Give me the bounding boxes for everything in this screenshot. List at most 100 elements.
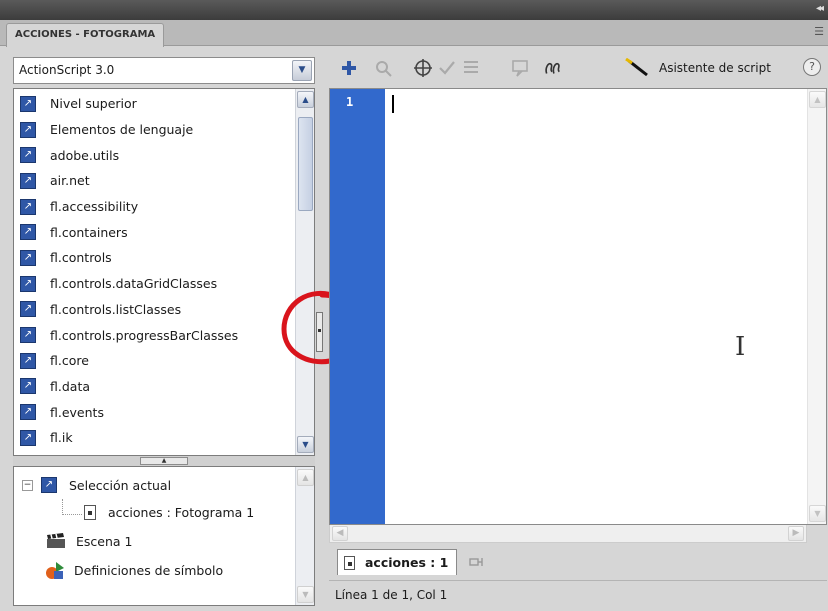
book-icon: ↗ xyxy=(20,95,36,112)
script-tab[interactable]: acciones : 1 xyxy=(337,549,458,575)
book-icon: ↗ xyxy=(20,352,36,369)
toolbox-item[interactable]: ↗ fl.containers xyxy=(14,219,294,245)
editor-scrollbar[interactable]: ▲ ▼ xyxy=(807,89,826,524)
toolbox-item-label: fl.ik xyxy=(50,430,73,446)
add-item-icon[interactable] xyxy=(339,58,359,78)
tree-connector xyxy=(62,499,82,515)
panel-menu-icon[interactable]: ☰ xyxy=(814,25,824,38)
book-icon: ↗ xyxy=(20,327,36,344)
language-select-value: ActionScript 3.0 xyxy=(19,63,115,77)
toolbox-scrollbar[interactable]: ▲ ▼ xyxy=(295,89,314,455)
toolbox-item-label: fl.accessibility xyxy=(50,199,139,215)
script-editor[interactable]: 1 I ▲ ▼ xyxy=(329,88,827,525)
toolbox-item[interactable]: ↗ fl.controls.listClasses xyxy=(14,297,294,323)
book-icon: ↗ xyxy=(20,429,36,446)
script-tab-bar: acciones : 1 xyxy=(329,545,827,579)
debug-options-icon[interactable] xyxy=(543,58,563,78)
toolbox-item-label: Elementos de lenguaje xyxy=(50,122,194,138)
scroll-up-icon[interactable]: ▲ xyxy=(809,91,826,108)
script-file-icon xyxy=(344,555,355,570)
actions-toolbox: ↗ Nivel superior ↗ Elementos de lenguaje ↗… xyxy=(13,88,315,456)
pin-script-icon[interactable] xyxy=(469,556,483,568)
auto-format-icon[interactable] xyxy=(461,58,481,78)
tree-item-frame[interactable]: acciones : Fotograma 1 xyxy=(84,505,254,520)
toolbox-item-label: fl.containers xyxy=(50,224,128,240)
magic-wand-icon xyxy=(625,58,648,77)
toolbox-item[interactable]: ↗ Nivel superior xyxy=(14,91,294,117)
horizontal-splitter[interactable]: ▲ xyxy=(13,456,315,466)
scroll-left-icon[interactable]: ◀ xyxy=(332,526,348,541)
scroll-down-icon[interactable]: ▼ xyxy=(809,505,826,522)
book-icon: ↗ xyxy=(20,224,36,241)
tree-item-symbol-definitions[interactable]: Definiciones de símbolo xyxy=(44,560,223,580)
book-icon: ↗ xyxy=(20,275,36,292)
text-caret xyxy=(392,95,394,113)
scroll-thumb[interactable] xyxy=(298,117,313,211)
script-navigator: − ↗ Selección actual acciones : Fotogram… xyxy=(13,466,315,606)
window-title-bar: ◂◂ xyxy=(0,0,828,20)
script-file-icon xyxy=(84,505,96,520)
line-number-gutter: 1 xyxy=(330,89,385,524)
book-icon: ↗ xyxy=(20,404,36,421)
scroll-down-icon[interactable]: ▼ xyxy=(297,586,314,603)
toolbox-item-label: fl.controls xyxy=(50,250,112,266)
status-bar: Línea 1 de 1, Col 1 xyxy=(329,580,827,608)
toolbox-item[interactable]: ↗ Elementos de lenguaje xyxy=(14,117,294,143)
script-tab-label: acciones : 1 xyxy=(365,555,449,570)
book-icon: ↗ xyxy=(20,301,36,318)
script-assist-label: Asistente de script xyxy=(659,61,771,75)
toolbox-item-label: fl.controls.dataGridClasses xyxy=(50,276,218,292)
scroll-up-icon[interactable]: ▲ xyxy=(297,91,314,108)
scroll-up-icon[interactable]: ▲ xyxy=(297,469,314,486)
toolbox-item[interactable]: ↗ fl.controls xyxy=(14,245,294,271)
tree-item-current-selection[interactable]: − ↗ Selección actual xyxy=(22,477,171,493)
collapse-icon[interactable]: ◂◂ xyxy=(816,3,824,14)
toolbox-item-label: adobe.utils xyxy=(50,147,120,163)
help-icon[interactable]: ? xyxy=(803,58,821,76)
chevron-down-icon[interactable]: ▼ xyxy=(292,60,312,81)
symbol-definitions-icon xyxy=(46,562,64,579)
toolbox-item-label: fl.controls.listClasses xyxy=(50,301,182,317)
toolbox-item[interactable]: ↗ air.net xyxy=(14,168,294,194)
tree-item-label: Definiciones de símbolo xyxy=(74,562,224,578)
panel-tab-actions[interactable]: ACCIONES - FOTOGRAMA xyxy=(6,23,165,47)
toolbox-list: ↗ Nivel superior ↗ Elementos de lenguaje ↗… xyxy=(14,91,294,451)
language-select[interactable]: ActionScript 3.0 ▼ xyxy=(13,57,315,84)
book-icon: ↗ xyxy=(20,249,36,266)
text-cursor-icon: I xyxy=(735,332,746,362)
check-syntax-icon[interactable] xyxy=(437,58,457,78)
tree-item-label: Selección actual xyxy=(69,477,172,493)
splitter-grip[interactable]: ▲ xyxy=(140,457,188,465)
script-assist-button[interactable]: Asistente de script xyxy=(623,58,771,78)
show-code-hint-icon[interactable] xyxy=(511,58,531,78)
book-icon: ↗ xyxy=(20,147,36,164)
toolbox-item[interactable]: ↗ fl.controls.progressBarClasses xyxy=(14,322,294,348)
toolbox-item[interactable]: ↗ fl.data xyxy=(14,374,294,400)
book-icon: ↗ xyxy=(20,121,36,138)
tree-item-scene[interactable]: Escena 1 xyxy=(46,533,132,549)
toolbox-item-label: air.net xyxy=(50,173,90,189)
toolbox-item-label: fl.core xyxy=(50,353,89,369)
collapse-toggle-icon[interactable]: − xyxy=(22,479,33,491)
toolbox-item[interactable]: ↗ fl.accessibility xyxy=(14,194,294,220)
book-icon: ↗ xyxy=(20,172,36,189)
toolbox-item-label: fl.data xyxy=(50,378,91,394)
tree-item-label: acciones : Fotograma 1 xyxy=(108,505,255,520)
toolbox-item[interactable]: ↗ fl.core xyxy=(14,348,294,374)
clapperboard-icon xyxy=(47,533,65,548)
book-icon: ↗ xyxy=(20,198,36,215)
book-icon: ↗ xyxy=(41,477,57,493)
scroll-right-icon[interactable]: ▶ xyxy=(788,526,804,541)
editor-horizontal-scrollbar[interactable]: ◀ ▶ xyxy=(329,525,807,543)
target-path-icon[interactable] xyxy=(413,58,433,78)
scroll-down-icon[interactable]: ▼ xyxy=(297,436,314,453)
tree-item-label: Escena 1 xyxy=(76,533,133,549)
find-icon[interactable] xyxy=(373,58,393,78)
toolbox-item[interactable]: ↗ adobe.utils xyxy=(14,142,294,168)
toolbox-item-label: Nivel superior xyxy=(50,96,137,112)
toolbox-item[interactable]: ↗ fl.events xyxy=(14,399,294,425)
toolbox-item[interactable]: ↗ fl.ik xyxy=(14,425,294,451)
editor-toolbar: Asistente de script ? xyxy=(325,48,828,88)
toolbox-item[interactable]: ↗ fl.controls.dataGridClasses xyxy=(14,271,294,297)
navigator-scrollbar[interactable]: ▲ ▼ xyxy=(295,467,314,605)
